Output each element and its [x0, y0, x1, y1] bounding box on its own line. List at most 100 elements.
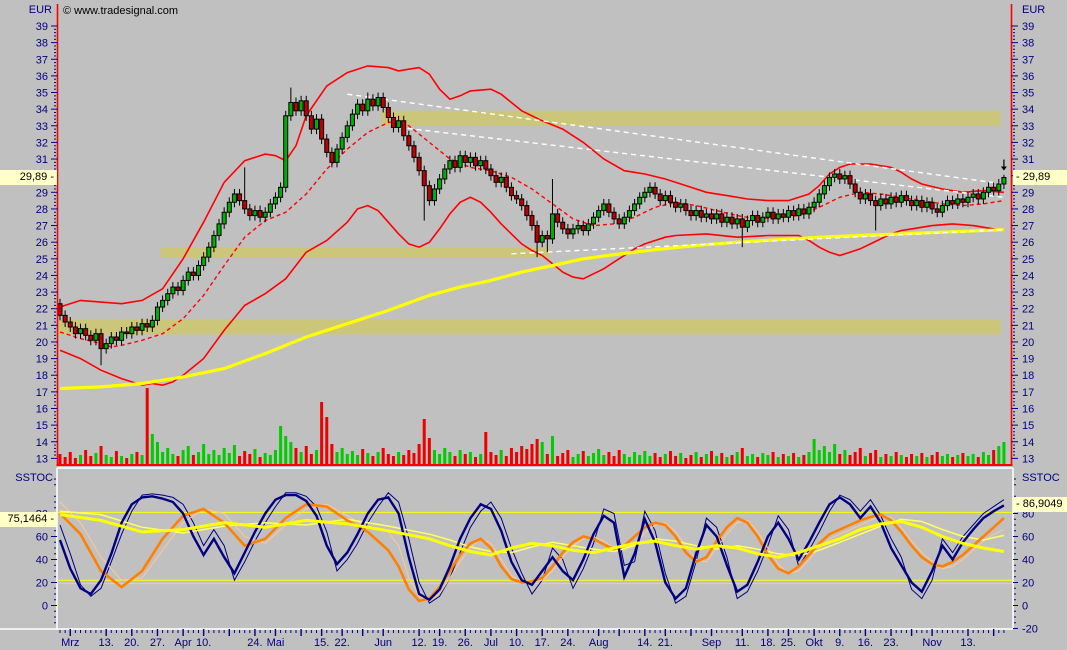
sstoc-panel-title-left: SSTOC [0, 471, 53, 485]
svg-text:20: 20 [36, 578, 48, 590]
svg-text:14: 14 [1022, 437, 1034, 449]
svg-text:17: 17 [36, 387, 48, 399]
sstoc-value-label-left: 75,1464 - [0, 512, 57, 527]
sstoc-panel-title-right: SSTOC [1022, 471, 1060, 485]
svg-text:10.: 10. [196, 637, 211, 649]
svg-text:39: 39 [1022, 21, 1034, 33]
svg-text:Aug: Aug [589, 637, 609, 649]
svg-text:38: 38 [1022, 38, 1034, 50]
svg-text:19: 19 [1022, 354, 1034, 366]
last-price-label-left: 29,89 - [0, 170, 57, 185]
svg-text:22: 22 [36, 304, 48, 316]
svg-text:18.: 18. [760, 637, 775, 649]
svg-text:24: 24 [36, 270, 48, 282]
svg-text:13: 13 [36, 453, 48, 465]
svg-text:25.: 25. [781, 637, 796, 649]
svg-text:28: 28 [36, 204, 48, 216]
svg-text:17: 17 [1022, 387, 1034, 399]
svg-text:32: 32 [36, 137, 48, 149]
svg-text:16: 16 [36, 403, 48, 415]
svg-text:21.: 21. [658, 637, 673, 649]
svg-text:11.: 11. [735, 637, 749, 649]
svg-text:31: 31 [36, 154, 48, 166]
svg-text:Jun: Jun [374, 637, 392, 649]
svg-text:Sep: Sep [702, 637, 722, 649]
svg-text:29: 29 [1022, 187, 1034, 199]
last-price-label-right: - 29,89 [1013, 170, 1067, 185]
svg-text:34: 34 [1022, 104, 1034, 116]
svg-text:Nov: Nov [922, 637, 942, 649]
svg-text:19: 19 [36, 354, 48, 366]
svg-text:Okt: Okt [806, 637, 823, 649]
svg-text:23: 23 [1022, 287, 1034, 299]
svg-text:60: 60 [36, 532, 48, 544]
svg-text:20: 20 [36, 337, 48, 349]
svg-text:13.: 13. [960, 637, 975, 649]
svg-text:26: 26 [36, 237, 48, 249]
svg-text:19.: 19. [432, 637, 447, 649]
svg-text:20: 20 [1022, 578, 1034, 590]
svg-text:23.: 23. [883, 637, 898, 649]
svg-text:26.: 26. [458, 637, 473, 649]
svg-text:20: 20 [1022, 337, 1034, 349]
svg-text:37: 37 [36, 54, 48, 66]
svg-text:14.: 14. [637, 637, 652, 649]
svg-text:27: 27 [36, 221, 48, 233]
svg-text:0: 0 [1022, 601, 1028, 613]
svg-text:23: 23 [36, 287, 48, 299]
svg-text:22: 22 [1022, 304, 1034, 316]
svg-text:13.: 13. [99, 637, 114, 649]
svg-text:27: 27 [1022, 221, 1034, 233]
svg-text:36: 36 [1022, 71, 1034, 83]
svg-text:15: 15 [1022, 420, 1034, 432]
svg-text:0: 0 [42, 601, 48, 613]
svg-text:35: 35 [36, 88, 48, 100]
copyright-watermark: © www.tradesignal.com [63, 4, 178, 18]
sstoc-value-label-right: - 86,9049 [1013, 497, 1067, 512]
svg-text:25: 25 [1022, 254, 1034, 266]
chart-canvas[interactable]: 1313141415151616171718181919202021212222… [0, 0, 1067, 650]
svg-text:15: 15 [36, 420, 48, 432]
svg-text:18: 18 [36, 370, 48, 382]
svg-text:24.: 24. [247, 637, 262, 649]
svg-text:12.: 12. [411, 637, 426, 649]
svg-text:16: 16 [1022, 403, 1034, 415]
svg-text:27.: 27. [150, 637, 165, 649]
svg-text:20.: 20. [124, 637, 139, 649]
svg-text:9.: 9. [835, 637, 844, 649]
svg-text:21: 21 [36, 320, 48, 332]
svg-text:36: 36 [36, 71, 48, 83]
svg-text:26: 26 [1022, 237, 1034, 249]
currency-axis-label-left: EUR [0, 3, 52, 17]
svg-text:14: 14 [36, 437, 48, 449]
svg-text:32: 32 [1022, 137, 1034, 149]
svg-text:28: 28 [1022, 204, 1034, 216]
svg-text:35: 35 [1022, 88, 1034, 100]
svg-text:34: 34 [36, 104, 48, 116]
svg-text:24.: 24. [560, 637, 575, 649]
svg-text:17.: 17. [535, 637, 550, 649]
svg-text:40: 40 [1022, 555, 1034, 567]
svg-text:22.: 22. [335, 637, 350, 649]
svg-text:60: 60 [1022, 532, 1034, 544]
svg-text:Mrz: Mrz [61, 637, 79, 649]
svg-text:39: 39 [36, 21, 48, 33]
svg-text:33: 33 [1022, 121, 1034, 133]
svg-text:16.: 16. [858, 637, 873, 649]
svg-text:Mai: Mai [267, 637, 285, 649]
svg-text:15.: 15. [314, 637, 329, 649]
currency-axis-label-right: EUR [1022, 3, 1045, 17]
svg-text:38: 38 [36, 38, 48, 50]
svg-text:21: 21 [1022, 320, 1034, 332]
svg-text:Jul: Jul [484, 637, 498, 649]
svg-text:33: 33 [36, 121, 48, 133]
svg-text:10.: 10. [509, 637, 524, 649]
svg-text:18: 18 [1022, 370, 1034, 382]
svg-text:29: 29 [36, 187, 48, 199]
svg-text:31: 31 [1022, 154, 1034, 166]
svg-text:24: 24 [1022, 270, 1034, 282]
svg-text:25: 25 [36, 254, 48, 266]
svg-text:40: 40 [36, 555, 48, 567]
svg-text:Apr: Apr [175, 637, 192, 649]
svg-text:-20: -20 [1022, 624, 1038, 636]
